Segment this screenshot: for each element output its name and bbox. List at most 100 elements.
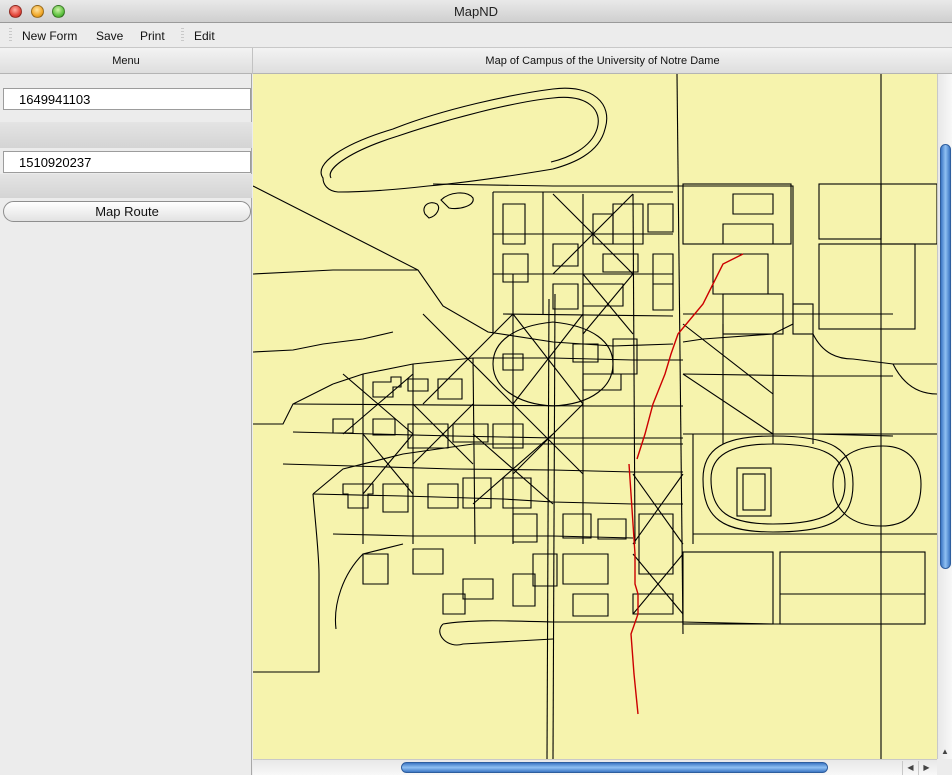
building bbox=[382, 483, 409, 513]
road bbox=[502, 313, 674, 317]
building bbox=[712, 253, 769, 295]
road bbox=[253, 331, 394, 353]
window-title: MapND bbox=[453, 4, 499, 19]
menu-panel-header: Menu bbox=[112, 55, 140, 67]
building bbox=[362, 553, 389, 585]
building bbox=[732, 193, 774, 215]
sidebar-separator bbox=[0, 122, 252, 148]
title-bar: MapND bbox=[0, 0, 952, 23]
field-lot bbox=[682, 551, 774, 625]
resize-corner[interactable] bbox=[937, 759, 952, 775]
campus-paths bbox=[253, 74, 937, 759]
building bbox=[652, 283, 674, 311]
campus-map-canvas bbox=[253, 74, 937, 759]
campus-map-view[interactable] bbox=[253, 74, 937, 759]
road bbox=[332, 533, 634, 539]
building bbox=[632, 593, 674, 615]
road bbox=[472, 357, 476, 545]
map-route-button[interactable]: Map Route bbox=[3, 201, 251, 222]
road bbox=[334, 543, 404, 630]
building bbox=[818, 183, 882, 240]
building bbox=[512, 573, 536, 607]
stadium-field bbox=[736, 467, 772, 517]
building bbox=[442, 593, 466, 615]
stadium-field bbox=[742, 473, 766, 511]
road bbox=[632, 193, 636, 545]
menu-new-form[interactable]: New Form bbox=[22, 29, 77, 43]
road bbox=[253, 493, 320, 673]
lake-outline bbox=[320, 87, 608, 193]
sidebar-panel: Map Route bbox=[0, 74, 252, 775]
road bbox=[439, 623, 554, 646]
scroll-up-arrow-icon[interactable]: ▲ bbox=[938, 745, 952, 759]
building bbox=[412, 548, 444, 575]
vertical-scrollbar[interactable]: ▲ bbox=[937, 74, 952, 759]
menu-edit[interactable]: Edit bbox=[194, 29, 215, 43]
road bbox=[332, 357, 683, 385]
building bbox=[582, 283, 624, 307]
building bbox=[582, 373, 622, 391]
menu-bar: New Form Save Print Edit bbox=[0, 23, 952, 48]
lake-outline bbox=[329, 96, 599, 179]
building bbox=[512, 513, 538, 543]
road bbox=[676, 74, 684, 635]
building bbox=[462, 578, 494, 600]
end-building-input[interactable] bbox=[3, 151, 251, 173]
building bbox=[647, 203, 674, 233]
building bbox=[792, 303, 814, 335]
building bbox=[818, 243, 916, 330]
road bbox=[546, 298, 550, 759]
building bbox=[427, 483, 459, 509]
road bbox=[682, 373, 893, 377]
building bbox=[597, 518, 627, 540]
road bbox=[552, 293, 556, 759]
building bbox=[502, 253, 529, 283]
field-lot bbox=[779, 551, 926, 625]
building bbox=[562, 553, 609, 585]
vertical-scroll-thumb[interactable] bbox=[940, 144, 951, 569]
building bbox=[562, 513, 592, 539]
scroll-right-arrow-icon[interactable]: ▶ bbox=[918, 761, 934, 775]
panel-header-row: Menu Map of Campus of the University of … bbox=[0, 48, 952, 74]
building bbox=[652, 253, 674, 285]
building bbox=[552, 243, 579, 267]
horizontal-scroll-thumb[interactable] bbox=[401, 762, 828, 773]
building bbox=[572, 593, 609, 617]
building bbox=[462, 477, 492, 509]
building bbox=[437, 378, 463, 400]
pond-outline bbox=[440, 192, 474, 210]
road bbox=[812, 333, 937, 365]
start-building-input[interactable] bbox=[3, 88, 251, 110]
building bbox=[452, 423, 489, 443]
building bbox=[722, 223, 774, 245]
horizontal-scrollbar[interactable]: ◀ ▶ bbox=[253, 759, 937, 775]
building bbox=[592, 213, 614, 245]
building bbox=[332, 418, 354, 434]
app-window: MapND New Form Save Print Edit Menu Map … bbox=[0, 0, 952, 775]
building bbox=[502, 477, 532, 509]
building bbox=[602, 253, 639, 273]
building bbox=[407, 378, 429, 392]
scroll-left-arrow-icon[interactable]: ◀ bbox=[902, 761, 918, 775]
sidebar-separator bbox=[0, 174, 252, 198]
road bbox=[253, 185, 674, 347]
menu-save[interactable]: Save bbox=[96, 29, 123, 43]
road bbox=[282, 463, 683, 473]
building bbox=[502, 203, 526, 245]
toolbar-grip-icon bbox=[181, 28, 184, 42]
road bbox=[253, 269, 418, 275]
building bbox=[372, 418, 396, 436]
road bbox=[492, 321, 614, 407]
road bbox=[292, 403, 683, 407]
map-panel-header: Map of Campus of the University of Notre… bbox=[252, 48, 952, 74]
route-path bbox=[628, 463, 639, 715]
building bbox=[372, 376, 402, 398]
stadium-outline bbox=[710, 443, 846, 525]
road bbox=[892, 363, 937, 395]
building bbox=[880, 183, 937, 245]
toolbar-grip-icon bbox=[9, 28, 12, 42]
menu-print[interactable]: Print bbox=[140, 29, 165, 43]
stadium-outline bbox=[702, 435, 854, 533]
pond-outline bbox=[423, 202, 440, 219]
building bbox=[552, 283, 579, 310]
